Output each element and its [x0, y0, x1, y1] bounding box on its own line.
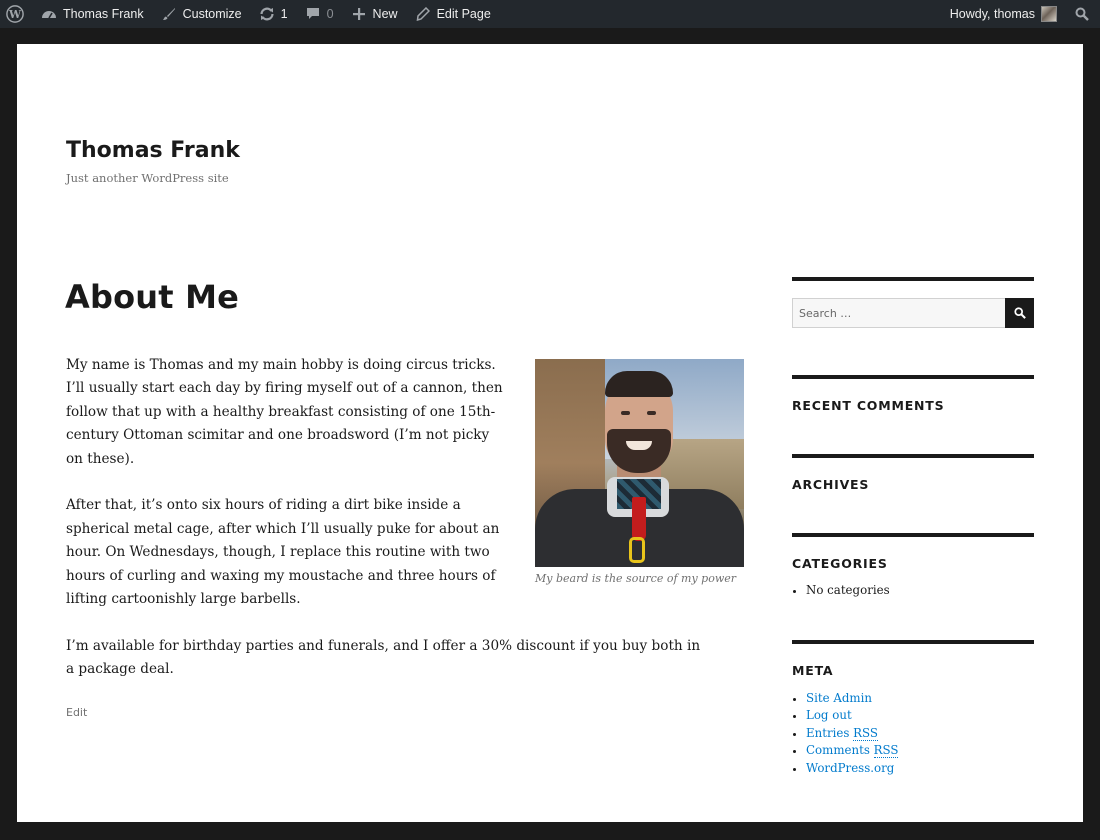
admin-bar: W Thomas Frank Customize 1 0 New Edit Pa… — [0, 0, 1100, 28]
my-account-menu[interactable]: Howdy, thomas — [942, 0, 1065, 28]
updates-link[interactable]: 1 — [250, 0, 296, 28]
site-title[interactable]: Thomas Frank — [66, 138, 240, 163]
widget-title: Archives — [792, 477, 870, 492]
paragraph: After that, it’s onto six hours of ridin… — [66, 497, 500, 608]
image-caption: My beard is the source of my power — [535, 572, 737, 585]
categories-widget: Categories No categories — [792, 533, 1034, 600]
updates-icon — [258, 5, 276, 23]
admin-search-button[interactable] — [1065, 0, 1100, 28]
recent-comments-widget: Recent Comments — [792, 375, 1034, 413]
comments-rss-link[interactable]: Comments RSS — [806, 743, 899, 759]
entries-rss-label: Entries — [806, 725, 854, 740]
comments-rss-label: Comments — [806, 743, 874, 758]
list-item: No categories — [792, 582, 1034, 600]
widget-title: Meta — [792, 662, 834, 678]
search-icon — [1013, 307, 1026, 319]
paintbrush-icon — [160, 5, 178, 23]
comments-link[interactable]: 0 — [296, 0, 342, 28]
wordpress-menu[interactable]: W — [0, 0, 32, 28]
comments-count: 0 — [326, 7, 334, 21]
categories-list: No categories — [792, 582, 1034, 600]
search-widget — [792, 277, 1034, 328]
widget-title: Categories — [792, 556, 888, 571]
customize-link[interactable]: Customize — [152, 0, 250, 28]
new-label: New — [372, 7, 398, 21]
profile-figure: My beard is the source of my power — [535, 359, 744, 585]
page-sheet: Thomas Frank Just another WordPress site… — [17, 44, 1083, 822]
site-admin-link[interactable]: Site Admin — [806, 691, 872, 705]
paragraph: My name is Thomas and my main hobby is d… — [66, 357, 503, 467]
list-item: Entries RSS — [792, 725, 1034, 743]
new-content-menu[interactable]: New — [342, 0, 406, 28]
search-icon — [1073, 5, 1091, 23]
paragraph: I’m available for birthday parties and f… — [66, 637, 701, 678]
site-name-menu[interactable]: Thomas Frank — [32, 0, 152, 28]
site-name-label: Thomas Frank — [63, 7, 144, 21]
meta-widget: Meta Site Admin Log out Entries RSS Comm… — [792, 639, 1034, 778]
archives-widget: Archives — [792, 454, 1034, 492]
search-input[interactable] — [792, 298, 1005, 328]
sidebar: Recent Comments Archives Categories No c… — [792, 277, 1034, 778]
rss-abbr: RSS — [873, 743, 899, 759]
search-form — [792, 298, 1034, 328]
wordpress-org-link[interactable]: WordPress.org — [806, 761, 894, 775]
rss-abbr: RSS — [853, 725, 878, 741]
list-item: Site Admin — [792, 690, 1034, 708]
avatar — [1041, 6, 1057, 22]
dashboard-icon — [40, 5, 58, 23]
search-button[interactable] — [1005, 298, 1034, 328]
howdy-label: Howdy, thomas — [949, 7, 1035, 21]
site-description: Just another WordPress site — [66, 171, 229, 185]
meta-list: Site Admin Log out Entries RSS Comments … — [792, 690, 1034, 778]
updates-count: 1 — [280, 7, 288, 21]
profile-photo — [535, 359, 744, 567]
list-item: WordPress.org — [792, 760, 1034, 778]
svg-text:W: W — [8, 8, 22, 21]
edit-page-label: Edit Page — [436, 7, 491, 21]
customize-label: Customize — [182, 7, 242, 21]
comment-bubble-icon — [304, 5, 322, 23]
list-item: Comments RSS — [792, 742, 1034, 760]
log-out-link[interactable]: Log out — [806, 708, 852, 722]
page-title: About Me — [65, 278, 240, 316]
pencil-icon — [414, 5, 432, 23]
entries-rss-link[interactable]: Entries RSS — [806, 725, 878, 741]
list-item: Log out — [792, 707, 1034, 725]
edit-page-link[interactable]: Edit Page — [406, 0, 499, 28]
widget-title: Recent Comments — [792, 398, 945, 413]
plus-icon — [350, 5, 368, 23]
wordpress-logo-icon: W — [6, 5, 24, 23]
edit-link[interactable]: Edit — [66, 706, 87, 719]
